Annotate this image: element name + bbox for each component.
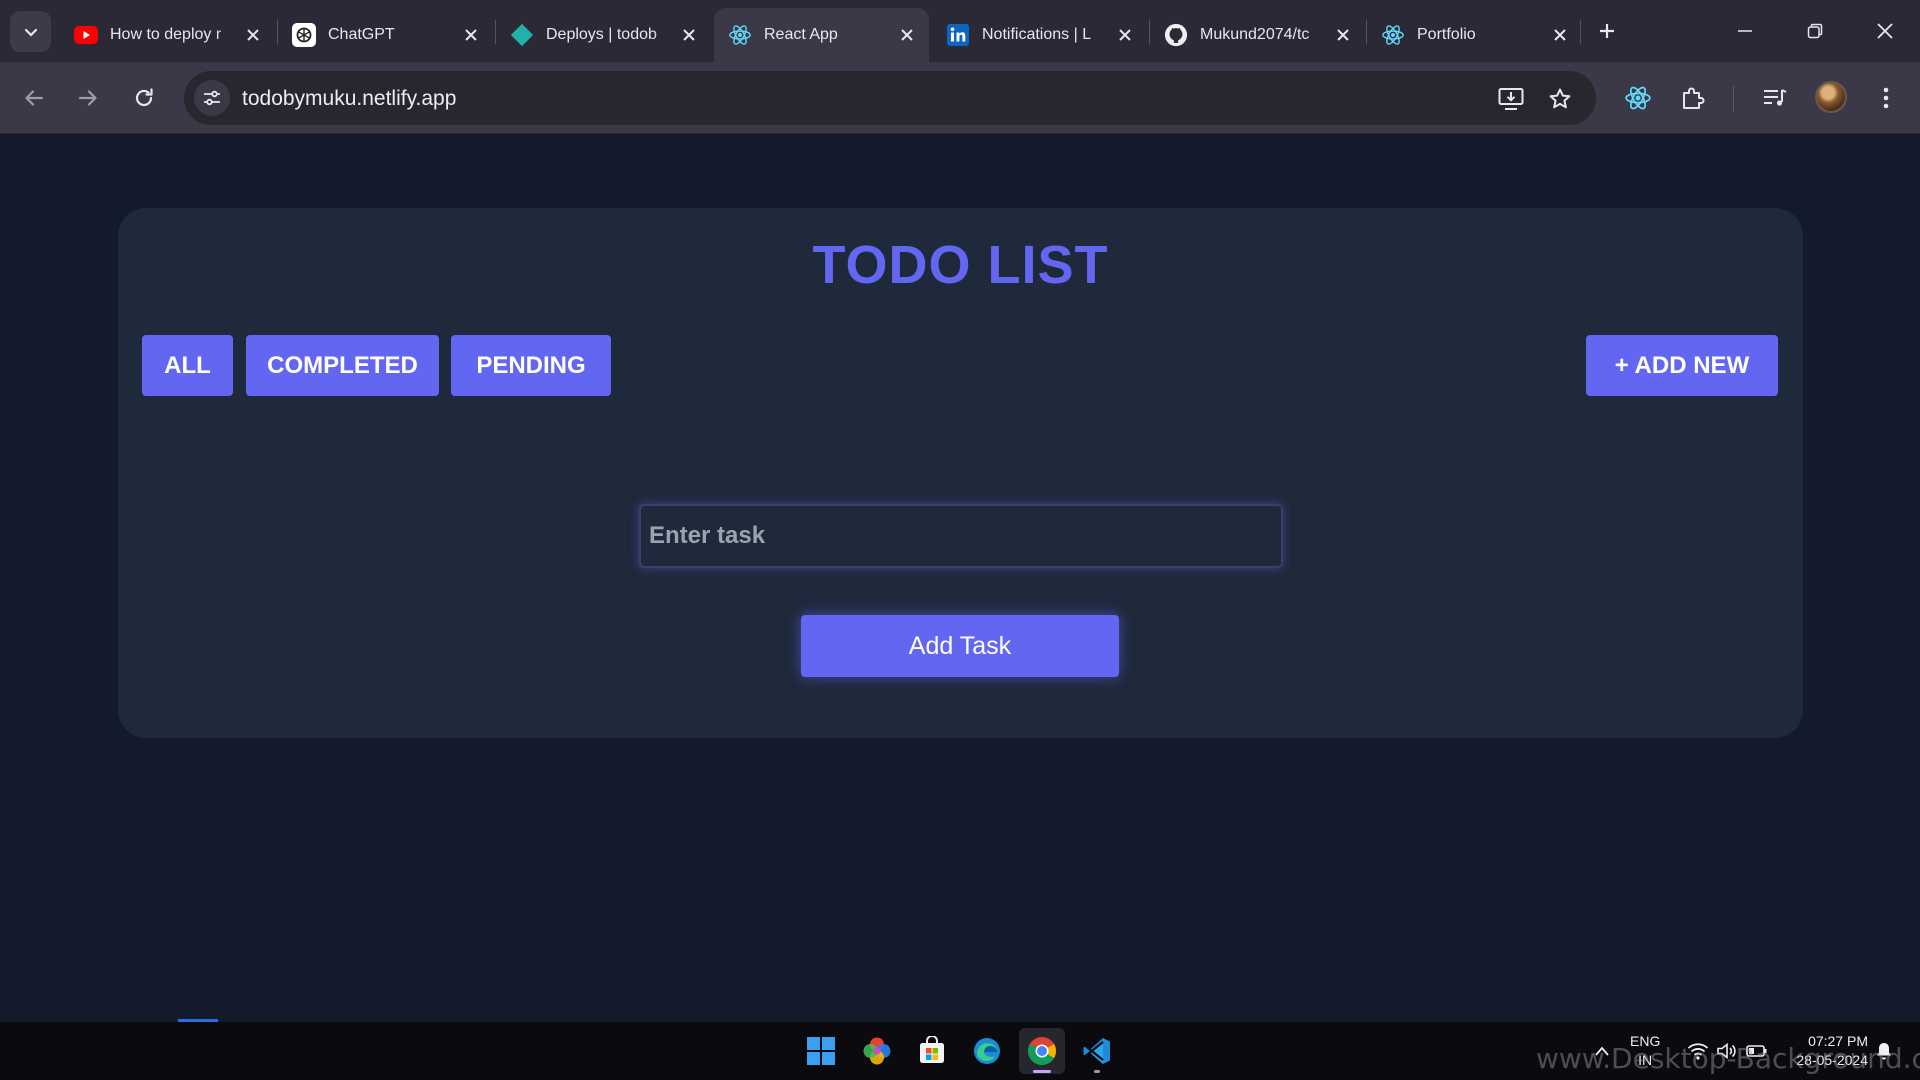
close-tab-icon[interactable] [1115,25,1135,45]
react-icon [1381,23,1405,47]
edge-icon[interactable] [964,1028,1010,1074]
browser-tab-strip: How to deploy r ChatGPT Deploys | todob … [0,0,1920,62]
tab-title: React App [764,26,838,43]
tab-title: Deploys | todob [546,26,657,43]
add-task-button[interactable]: Add Task [801,615,1119,677]
toolbar-divider [1733,86,1734,112]
extensions-puzzle-icon[interactable] [1675,80,1711,116]
back-button[interactable] [14,78,54,118]
filter-pending-button[interactable]: PENDING [451,335,611,396]
tab-title: How to deploy r [110,26,222,43]
task-input[interactable] [639,504,1283,568]
page-title: TODO LIST [812,235,1109,295]
bookmark-star-icon[interactable] [1545,84,1575,114]
tab-title: Portfolio [1417,26,1476,43]
close-icon [1877,23,1893,39]
close-tab-icon[interactable] [1333,25,1353,45]
browser-toolbar: todobymuku.netlify.app [0,62,1920,134]
browser-tab[interactable]: Portfolio [1367,8,1582,62]
address-bar[interactable]: todobymuku.netlify.app [184,71,1596,125]
forward-button[interactable] [68,78,108,118]
restore-button[interactable] [1790,8,1840,54]
restore-icon [1807,23,1823,39]
running-indicator [1033,1070,1051,1073]
tune-icon [204,90,220,106]
react-devtools-icon[interactable] [1620,80,1656,116]
minimize-button[interactable] [1720,8,1770,54]
profile-avatar[interactable] [1815,81,1847,113]
tab-title: Notifications | L [982,26,1092,43]
site-info-button[interactable] [194,80,230,116]
photos-icon[interactable] [854,1028,900,1074]
tab-title: ChatGPT [328,26,395,43]
reload-button[interactable] [124,78,164,118]
close-tab-icon[interactable] [243,25,263,45]
github-icon [1164,23,1188,47]
close-window-button[interactable] [1860,8,1910,54]
store-icon[interactable] [909,1028,955,1074]
reload-icon [135,88,153,107]
more-menu-icon[interactable] [1868,80,1904,116]
todo-card: TODO LIST ALL COMPLETED PENDING + ADD NE… [118,208,1803,738]
browser-tab[interactable]: Mukund2074/tc [1150,8,1365,62]
windows-start-icon[interactable] [798,1028,844,1074]
close-tab-icon[interactable] [1550,25,1570,45]
media-controls-icon[interactable] [1757,80,1793,116]
tab-search-button[interactable] [10,11,51,52]
arrow-right-icon [78,90,97,106]
minimize-icon [1738,30,1752,32]
close-tab-icon[interactable] [897,25,917,45]
filter-all-button[interactable]: ALL [142,335,233,396]
add-new-button[interactable]: + ADD NEW [1586,335,1778,396]
tab-divider [1580,20,1581,44]
youtube-icon [74,23,98,47]
arrow-left-icon [25,90,44,106]
browser-tab[interactable]: Notifications | L [932,8,1147,62]
browser-tab-active[interactable]: React App [714,8,929,62]
chatgpt-icon [292,23,316,47]
filter-completed-button[interactable]: COMPLETED [246,335,439,396]
browser-tab[interactable]: ChatGPT [278,8,493,62]
tab-title: Mukund2074/tc [1200,26,1310,43]
url-text[interactable]: todobymuku.netlify.app [242,87,456,111]
running-indicator [1094,1070,1100,1073]
browser-tab[interactable]: Deploys | todob [496,8,711,62]
close-tab-icon[interactable] [679,25,699,45]
new-tab-button[interactable] [1590,14,1624,48]
chevron-down-icon [24,28,37,37]
netlify-icon [510,23,534,47]
install-app-icon[interactable] [1496,84,1526,114]
page-content: TODO LIST ALL COMPLETED PENDING + ADD NE… [0,134,1920,1022]
plus-icon [1600,24,1614,38]
react-icon [728,23,752,47]
watermark-text: www.Desktop-Background.com [1536,1042,1920,1075]
browser-tab[interactable]: How to deploy r [60,8,275,62]
vscode-icon[interactable] [1074,1028,1120,1074]
close-tab-icon[interactable] [461,25,481,45]
chrome-icon[interactable] [1019,1028,1065,1074]
linkedin-icon [946,23,970,47]
